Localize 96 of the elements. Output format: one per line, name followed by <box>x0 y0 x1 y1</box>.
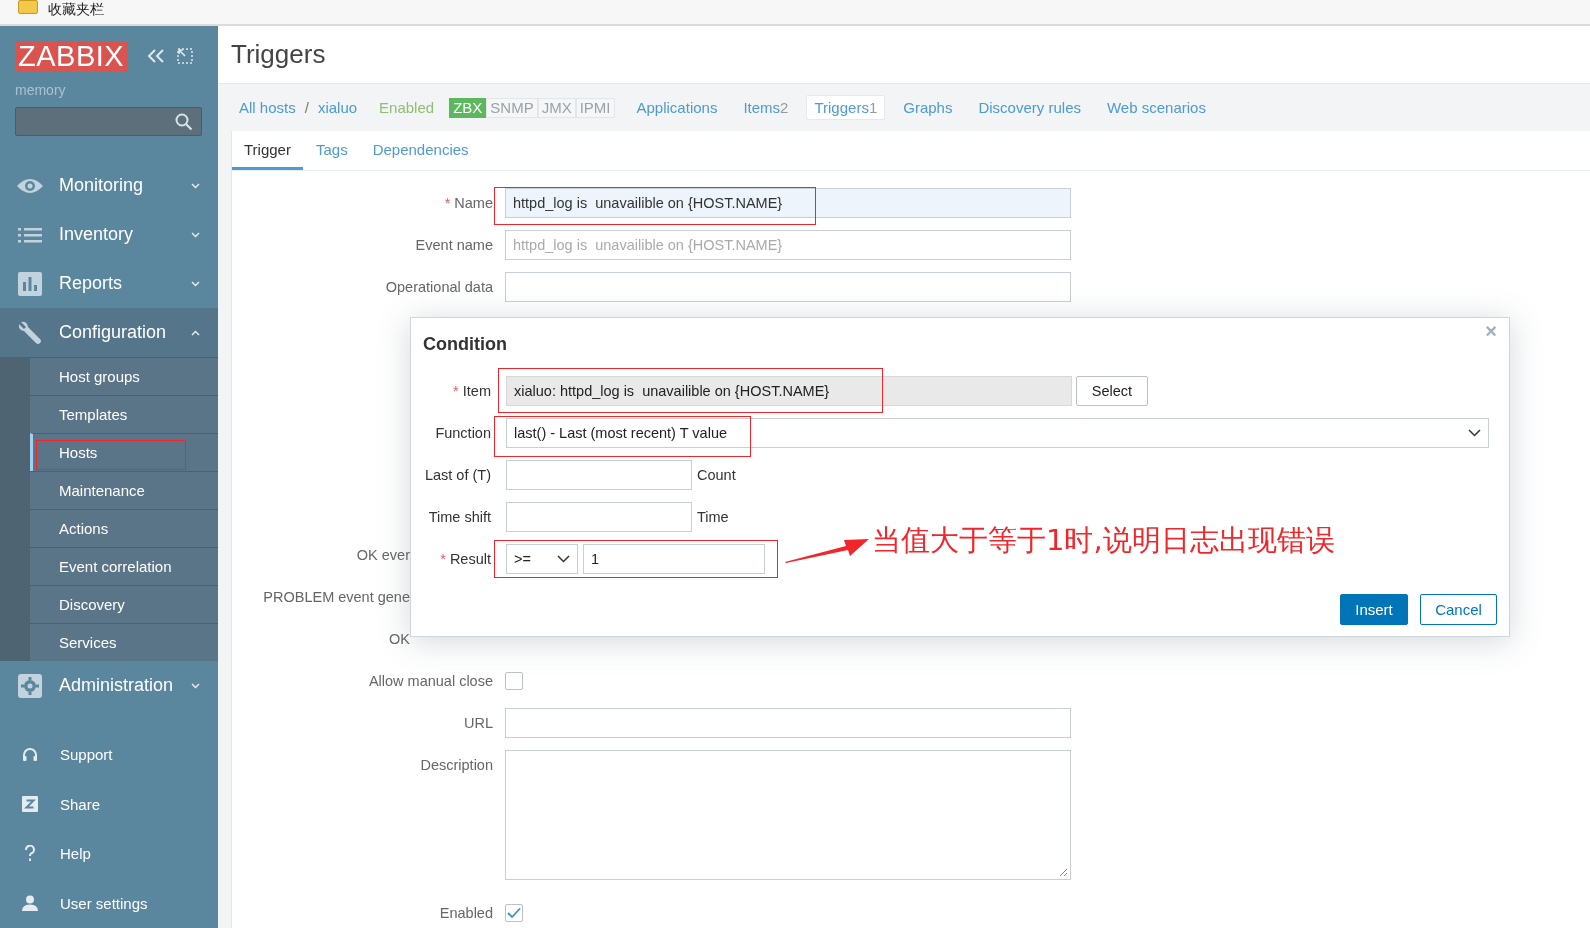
field-label: OK ever <box>356 547 410 563</box>
form-tab[interactable]: Tags <box>303 141 360 170</box>
menu-item[interactable]: Administration <box>0 661 218 710</box>
field-label: * Item <box>452 383 492 399</box>
description-field[interactable] <box>505 750 1071 880</box>
bar-chart-icon <box>16 271 44 296</box>
field-label: Operational data <box>384 279 494 295</box>
menu-item[interactable]: Inventory <box>0 210 218 260</box>
search-field[interactable] <box>15 107 202 137</box>
host-tab[interactable]: Triggers1 <box>806 95 886 121</box>
submenu-item[interactable]: Maintenance <box>30 471 218 510</box>
function-dropdown[interactable]: last() - Last (most recent) T value <box>506 418 1489 448</box>
field-label: URL <box>463 715 494 731</box>
field-label: Description <box>419 756 494 773</box>
unit-label: Count <box>697 467 736 483</box>
text-field[interactable]: httpd_log is unavailible on {HOST.NAME} <box>505 188 1071 218</box>
chevron-down-icon <box>191 231 200 238</box>
annotation-text: 当值大于等于1时,说明日志出现错误 <box>872 522 1335 559</box>
breadcrumb-link[interactable]: xialuo <box>317 99 358 117</box>
availability-badge: ZBX <box>449 97 487 118</box>
text-field[interactable] <box>505 272 1071 302</box>
cancel-button[interactable]: Cancel <box>1420 594 1497 625</box>
collapse-icon[interactable] <box>147 49 166 63</box>
submenu-item[interactable]: Services <box>30 623 218 662</box>
availability-badge: JMX <box>537 97 576 118</box>
field-label: Function <box>434 425 492 441</box>
availability-badge: SNMP <box>486 97 538 118</box>
checkbox[interactable] <box>505 672 523 690</box>
host-tab[interactable]: Applications <box>628 95 726 121</box>
gear-icon <box>16 673 44 698</box>
resize-grip-icon[interactable] <box>1058 867 1068 877</box>
checkbox[interactable] <box>505 904 523 922</box>
logo[interactable]: ZABBIX <box>15 41 128 71</box>
host-tab[interactable]: Items2 <box>735 95 797 121</box>
field-label: Enabled <box>438 905 494 921</box>
input-field[interactable] <box>506 502 692 532</box>
user-icon <box>22 895 38 912</box>
page-title: Triggers <box>231 39 326 71</box>
chevron-down-icon <box>191 280 200 287</box>
result-value-field[interactable]: 1 <box>583 544 765 574</box>
host-status: Enabled <box>379 99 435 117</box>
sidebar-link[interactable]: User settings <box>60 894 148 912</box>
share-icon <box>22 796 38 813</box>
availability-badge: IPMI <box>575 97 615 118</box>
submenu-item[interactable]: Discovery <box>30 585 218 624</box>
folder-icon <box>18 0 38 14</box>
sidebar-link[interactable]: Help <box>60 845 91 863</box>
submenu-item[interactable]: Host groups <box>30 357 218 396</box>
close-button[interactable]: × <box>1485 320 1497 343</box>
submenu-item[interactable]: Templates <box>30 395 218 434</box>
chevron-down-icon <box>557 555 570 563</box>
insert-button[interactable]: Insert <box>1340 594 1408 625</box>
chevron-down-icon <box>1468 429 1481 437</box>
search-icon[interactable] <box>175 112 193 131</box>
field-label: Time shift <box>427 509 492 525</box>
field-label: Last of (T) <box>423 467 492 483</box>
field-label: Allow manual close <box>367 673 494 689</box>
chevron-up-icon <box>191 329 200 336</box>
list-icon <box>16 226 44 243</box>
server-name: memory <box>14 81 67 98</box>
field-label: * Name <box>443 195 494 211</box>
sidebar-link[interactable]: Share <box>60 795 101 813</box>
unit-label: Time <box>697 509 729 525</box>
headset-icon <box>22 746 38 763</box>
dialog-title: Condition <box>423 334 507 355</box>
host-tab[interactable]: Graphs <box>895 95 961 121</box>
question-icon <box>22 845 38 863</box>
eye-icon <box>16 176 44 195</box>
host-tab[interactable]: Discovery rules <box>970 95 1089 121</box>
fullscreen-icon[interactable] <box>177 48 194 64</box>
input-field[interactable] <box>506 460 692 490</box>
chevron-down-icon <box>191 182 200 189</box>
bookmarks-bar-label[interactable]: 收藏夹栏 <box>48 2 104 16</box>
submenu-item[interactable]: Event correlation <box>30 547 218 586</box>
field-label: * Result <box>439 551 492 567</box>
form-tab[interactable]: Trigger <box>232 141 303 170</box>
sidebar-link[interactable]: Support <box>60 746 113 764</box>
host-tab[interactable]: Web scenarios <box>1099 95 1214 121</box>
submenu-item[interactable]: Actions <box>30 509 218 548</box>
wrench-icon <box>16 320 44 345</box>
breadcrumb-separator: / <box>304 99 309 117</box>
menu-item[interactable]: Monitoring <box>0 161 218 211</box>
text-field[interactable] <box>505 708 1071 738</box>
text-field[interactable]: httpd_log is unavailible on {HOST.NAME} <box>505 230 1071 260</box>
field-label: OK <box>389 631 410 647</box>
select-button[interactable]: Select <box>1076 376 1148 406</box>
chevron-down-icon <box>191 682 200 689</box>
form-tab[interactable]: Dependencies <box>360 141 481 170</box>
field-label: PROBLEM event gene <box>263 589 410 605</box>
submenu-item[interactable]: Hosts <box>30 433 218 472</box>
menu-item[interactable]: Configuration <box>0 308 218 358</box>
operator-dropdown[interactable]: >= <box>506 544 578 574</box>
item-field: xialuo: httpd_log is unavailible on {HOST.NAME} <box>506 376 1072 406</box>
menu-item[interactable]: Reports <box>0 259 218 309</box>
field-label: Event name <box>414 237 494 253</box>
breadcrumb-link[interactable]: All hosts <box>239 99 296 117</box>
